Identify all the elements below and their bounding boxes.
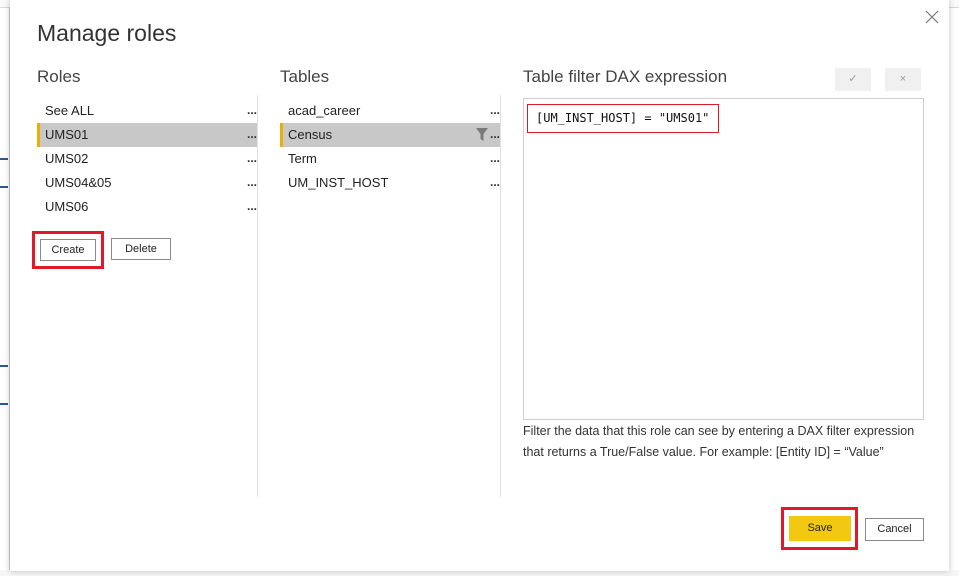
check-icon: ✓ [848, 73, 858, 85]
more-options-icon[interactable]: ... [486, 99, 500, 122]
more-options-icon[interactable]: ... [243, 147, 257, 170]
help-line: that returns a True/False value. For exa… [523, 445, 884, 459]
discard-dax-button[interactable]: × [885, 68, 921, 91]
table-item[interactable]: UM_INST_HOST ... [280, 171, 500, 195]
role-item[interactable]: UMS02 ... [37, 147, 257, 171]
role-label: UMS04&05 [45, 175, 112, 190]
roles-list: See ALL ... UMS01 ... UMS02 ... UMS04&05… [37, 99, 257, 219]
dax-editor[interactable]: [UM_INST_HOST] = "UMS01" [523, 98, 924, 420]
manage-roles-dialog: Manage roles Roles Tables Table filter D… [10, 0, 949, 571]
role-item[interactable]: UMS06 ... [37, 195, 257, 219]
table-item[interactable]: acad_career ... [280, 99, 500, 123]
table-item-selected[interactable]: Census ... [280, 123, 500, 147]
background-marker [0, 186, 8, 188]
apply-dax-button[interactable]: ✓ [835, 68, 871, 91]
background-marker [0, 403, 8, 405]
close-icon-glyph [925, 10, 939, 24]
role-item[interactable]: See ALL ... [37, 99, 257, 123]
background-marker [0, 365, 8, 367]
table-label: UM_INST_HOST [288, 175, 389, 190]
role-item[interactable]: UMS04&05 ... [37, 171, 257, 195]
tables-heading: Tables [280, 67, 330, 86]
tables-list: acad_career ... Census ... Term ... UM_I… [280, 99, 500, 195]
more-options-icon[interactable]: ... [243, 171, 257, 194]
role-label: UMS01 [45, 127, 89, 142]
more-options-icon[interactable]: ... [486, 147, 500, 170]
more-options-icon[interactable]: ... [243, 123, 257, 146]
dax-help-text: Filter the data that this role can see b… [523, 421, 923, 463]
x-icon: × [899, 73, 907, 85]
dax-heading: Table filter DAX expression [523, 67, 728, 86]
background-marker [0, 158, 8, 160]
role-label: UMS06 [45, 199, 89, 214]
save-button[interactable]: Save [789, 516, 851, 541]
table-label: Term [288, 151, 317, 166]
more-options-icon[interactable]: ... [243, 99, 257, 122]
close-icon[interactable] [921, 6, 943, 28]
table-label: Census [288, 127, 333, 142]
role-label: UMS02 [45, 151, 89, 166]
background-left-pane [0, 8, 10, 576]
table-item[interactable]: Term ... [280, 147, 500, 171]
role-label: See ALL [45, 103, 95, 118]
dialog-title: Manage roles [37, 20, 177, 46]
create-role-button[interactable]: Create [40, 239, 96, 261]
role-item-selected[interactable]: UMS01 ... [37, 123, 257, 147]
help-line: Filter the data that this role can see b… [523, 424, 915, 438]
more-options-icon[interactable]: ... [486, 171, 500, 194]
column-divider [500, 95, 501, 497]
cancel-button[interactable]: Cancel [865, 518, 924, 541]
more-options-icon[interactable]: ... [486, 123, 500, 146]
roles-heading: Roles [37, 67, 81, 86]
dax-expression[interactable]: [UM_INST_HOST] = "UMS01" [527, 104, 720, 133]
more-options-icon[interactable]: ... [243, 195, 257, 218]
delete-role-button[interactable]: Delete [111, 238, 171, 260]
table-label: acad_career [288, 103, 361, 118]
column-divider [257, 95, 258, 497]
